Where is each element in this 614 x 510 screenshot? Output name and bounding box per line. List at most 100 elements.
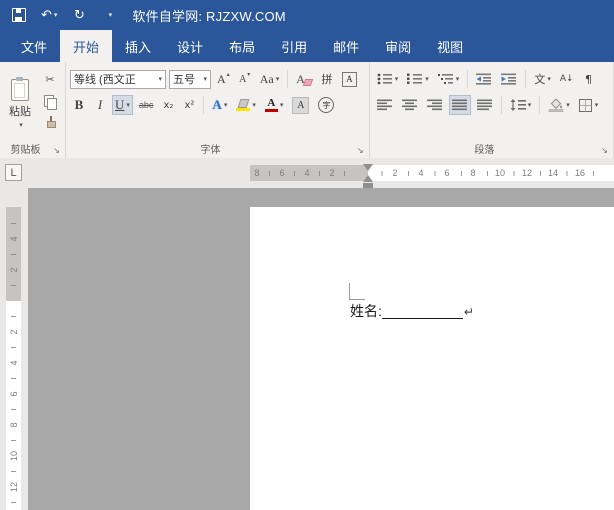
subscript-button[interactable]: x₂: [159, 95, 177, 115]
numbered-list-icon: [407, 73, 423, 84]
sort-button[interactable]: A↓: [557, 69, 577, 89]
underline-button[interactable]: U ▾: [112, 95, 133, 115]
tab-design[interactable]: 设计: [164, 30, 216, 62]
shading-dropdown-icon: ▾: [566, 101, 570, 109]
tab-selector[interactable]: L: [5, 164, 22, 181]
superscript-button[interactable]: x²: [180, 95, 198, 115]
bullet-list-icon: [377, 73, 392, 85]
font-size-combo[interactable]: 五号 ▾: [169, 69, 211, 89]
tab-insert[interactable]: 插入: [112, 30, 164, 62]
first-line-indent-marker[interactable]: [363, 164, 373, 171]
copy-button[interactable]: [39, 91, 61, 110]
clear-formatting-button[interactable]: A: [293, 69, 315, 89]
distribute-icon: [476, 99, 492, 111]
decrease-indent-button[interactable]: [473, 69, 495, 89]
tab-view[interactable]: 视图: [424, 30, 476, 62]
divider: [539, 96, 541, 114]
character-border-button[interactable]: A: [339, 69, 360, 89]
shading-button[interactable]: ▾: [545, 95, 573, 115]
word-window: ↶ ▾ ↻ ▾ 软件自学网: RJZXW.COM 文件 开始 插入 设计 布局 引…: [0, 0, 614, 510]
justify-button[interactable]: [448, 95, 471, 115]
hanging-indent-marker[interactable]: [363, 175, 373, 182]
strikethrough-icon: abc: [138, 100, 154, 110]
cut-button[interactable]: ✂: [39, 70, 61, 89]
borders-button[interactable]: ▾: [576, 95, 602, 115]
font-color-button[interactable]: A ▾: [262, 95, 287, 115]
undo-icon: ↶: [41, 7, 52, 23]
tab-file[interactable]: 文件: [8, 30, 60, 62]
redo-icon: ↻: [73, 7, 85, 23]
align-right-button[interactable]: [424, 95, 446, 115]
ruler-number: 6: [8, 391, 19, 397]
grow-font-button[interactable]: A ▴: [214, 69, 233, 89]
qat-customize-button[interactable]: ▾: [100, 4, 118, 26]
font-color-icon: A: [264, 98, 278, 112]
ruler-number: 4: [8, 236, 19, 242]
ruler-number: 12: [8, 481, 19, 493]
numbering-button[interactable]: ▾: [404, 69, 432, 89]
underline-blank[interactable]: [381, 304, 463, 319]
ruler-number: 12: [521, 168, 533, 178]
distribute-button[interactable]: [474, 95, 496, 115]
bullets-button[interactable]: ▾: [374, 69, 402, 89]
tab-review[interactable]: 审阅: [372, 30, 424, 62]
tab-layout[interactable]: 布局: [216, 30, 268, 62]
show-formatting-marks-button[interactable]: ¶: [580, 69, 598, 89]
clipboard-small-buttons: ✂: [39, 68, 61, 136]
enclose-characters-button[interactable]: 字: [315, 95, 337, 115]
increase-indent-icon: [501, 73, 517, 85]
character-border-icon: A: [341, 71, 357, 87]
text-effects-button[interactable]: A ▾: [209, 95, 230, 115]
shrink-font-button[interactable]: A ▾: [236, 69, 254, 89]
ruler-number: 8: [8, 422, 19, 428]
highlight-color-button[interactable]: ▾: [233, 95, 259, 115]
document-page[interactable]: 姓名: ↵: [250, 207, 614, 510]
document-text-line[interactable]: 姓名: ↵: [350, 303, 474, 319]
ruler-number: 6: [444, 168, 450, 178]
title-bar: ↶ ▾ ↻ ▾ 软件自学网: RJZXW.COM: [0, 0, 614, 30]
strikethrough-button[interactable]: abc: [136, 95, 157, 115]
font-name-value: 等线 (西文正: [74, 74, 136, 86]
phonetic-guide-button[interactable]: 拼: [318, 69, 336, 89]
font-dialog-launcher[interactable]: ↘: [355, 145, 366, 156]
horizontal-ruler[interactable]: 8 6 4 2 2 4 6 8 10 12 14 16: [250, 164, 614, 188]
redo-button[interactable]: ↻: [70, 4, 88, 26]
font-name-combo[interactable]: 等线 (西文正 ▾: [70, 69, 166, 89]
divider: [203, 96, 205, 114]
paragraph-group: ▾ ▾ ▾ 文 ▾ A↓ ¶ ▾ ▾ ▾ 段落 ↘: [370, 62, 614, 158]
multilevel-list-button[interactable]: ▾: [435, 69, 463, 89]
ruler-number: 14: [547, 168, 559, 178]
ruler-row: L 8 6 4 2 2 4 6 8 10 12 14 16: [0, 158, 614, 188]
ruler-number: 8: [470, 168, 476, 178]
highlight-dropdown-icon: ▾: [252, 101, 256, 109]
borders-dropdown-icon: ▾: [594, 101, 599, 109]
vertical-ruler-column: 4 2 2 4 6 8 10 12: [0, 188, 28, 510]
tab-references[interactable]: 引用: [268, 30, 320, 62]
qat-customize-icon: ▾: [108, 11, 113, 19]
paragraph-dialog-launcher[interactable]: ↘: [599, 145, 610, 156]
format-painter-button[interactable]: [39, 112, 61, 131]
paste-button[interactable]: 粘贴 ▾: [4, 68, 36, 136]
undo-button[interactable]: ↶ ▾: [40, 4, 58, 26]
bold-button[interactable]: B: [70, 95, 88, 115]
ribbon: 粘贴 ▾ ✂ 剪贴板 ↘ 等线 (西文正 ▾ 五号 ▾ A ▴ A ▾ Aa ▾…: [0, 62, 614, 158]
tab-home[interactable]: 开始: [60, 30, 113, 62]
save-button[interactable]: [10, 4, 28, 26]
clipboard-dialog-launcher[interactable]: ↘: [51, 145, 62, 156]
name-label-text[interactable]: 姓名:: [350, 303, 382, 319]
ruler-number: 2: [392, 168, 398, 178]
enclose-characters-icon: 字: [318, 97, 335, 113]
italic-button[interactable]: I: [91, 95, 109, 115]
change-case-button[interactable]: Aa ▾: [257, 69, 283, 89]
align-left-button[interactable]: [374, 95, 396, 115]
increase-indent-button[interactable]: [498, 69, 520, 89]
asian-layout-button[interactable]: 文 ▾: [531, 69, 554, 89]
clipboard-icon: [11, 76, 29, 101]
clipboard-buttons: 粘贴 ▾ ✂: [4, 68, 61, 136]
character-shading-button[interactable]: A: [289, 95, 312, 115]
tab-mailings[interactable]: 邮件: [320, 30, 372, 62]
vertical-ruler[interactable]: 4 2 2 4 6 8 10 12: [6, 207, 21, 510]
align-center-button[interactable]: [399, 95, 421, 115]
line-spacing-button[interactable]: ▾: [507, 95, 535, 115]
align-center-icon: [401, 99, 417, 111]
